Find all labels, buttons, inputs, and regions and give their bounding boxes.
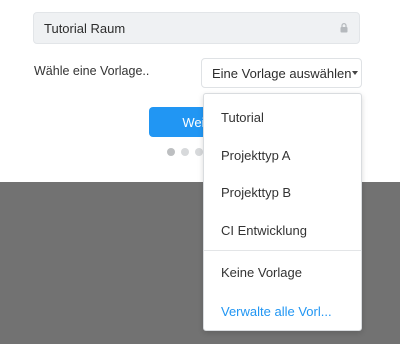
pagination-dot-1 [167, 148, 175, 156]
template-dropdown-menu: Tutorial Projekttyp A Projekttyp B CI En… [203, 93, 362, 331]
menu-item-ci-entwicklung[interactable]: CI Entwicklung [204, 211, 361, 249]
menu-divider [204, 250, 361, 251]
pagination-dot-3 [195, 148, 203, 156]
template-select[interactable]: Eine Vorlage auswählen [201, 58, 362, 88]
pagination-dot-2 [181, 148, 189, 156]
room-name-input[interactable]: Tutorial Raum [33, 12, 360, 44]
pagination-dots [167, 148, 203, 156]
template-label: Wähle eine Vorlage.. [34, 64, 150, 78]
menu-item-projekttyp-a[interactable]: Projekttyp A [204, 136, 361, 174]
caret-down-icon [351, 69, 358, 77]
room-name-value: Tutorial Raum [44, 20, 126, 36]
menu-item-tutorial[interactable]: Tutorial [204, 98, 361, 136]
manage-templates-link[interactable]: Verwalte alle Vorl... [204, 292, 361, 330]
menu-item-projekttyp-b[interactable]: Projekttyp B [204, 173, 361, 211]
lock-icon [339, 22, 349, 34]
menu-item-no-template[interactable]: Keine Vorlage [204, 253, 361, 291]
template-select-value: Eine Vorlage auswählen [212, 65, 352, 81]
